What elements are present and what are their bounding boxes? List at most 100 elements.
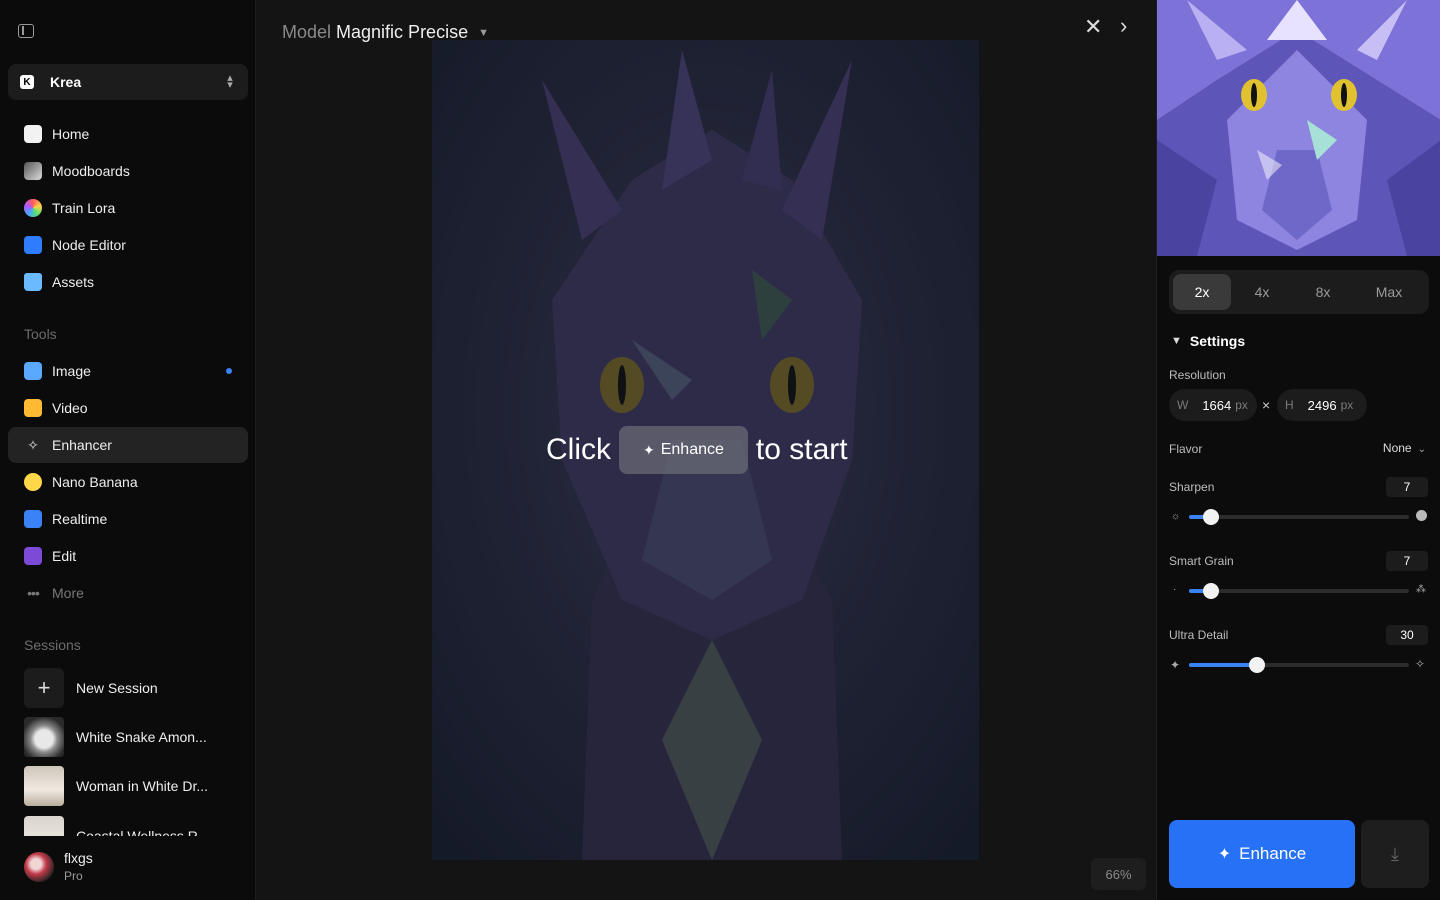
sessions-heading: Sessions [24, 637, 81, 653]
flavor-select[interactable]: None ⌄ [1383, 441, 1426, 455]
height-field-label: H [1285, 398, 1294, 412]
nav-moodboards[interactable]: Moodboards [8, 153, 248, 189]
zoom-level[interactable]: 66% [1091, 858, 1146, 890]
tool-more[interactable]: ••• More [8, 575, 248, 611]
nav-node-editor[interactable]: Node Editor [8, 227, 248, 263]
model-label: Model [282, 22, 332, 42]
session-title: White Snake Amon... [76, 729, 207, 745]
chevron-down-icon: ▼ [478, 26, 489, 39]
tool-enhancer[interactable]: ✧ Enhancer [8, 427, 248, 463]
user-plan: Pro [64, 869, 83, 883]
user-name: flxgs [64, 850, 93, 866]
tool-realtime[interactable]: Realtime [8, 501, 248, 537]
settings-panel: 2x 4x 8x Max ▼ Settings Resolution W 166… [1156, 0, 1440, 900]
ultra-detail-slider-handle[interactable] [1249, 657, 1266, 673]
session-thumbnail [24, 816, 64, 836]
session-item[interactable]: Woman in White Dr... [24, 766, 248, 806]
settings-heading: Settings [1189, 333, 1246, 349]
nav-train-lora[interactable]: Train Lora [8, 190, 248, 226]
smart-grain-slider-handle[interactable] [1203, 583, 1219, 599]
sharpen-slider[interactable] [1189, 509, 1409, 525]
tool-realtime-label: Realtime [52, 511, 108, 527]
download-icon: ⤓ [1391, 843, 1399, 864]
home-icon [24, 125, 42, 143]
tools-heading: Tools [24, 326, 57, 342]
inline-enhance-button[interactable]: ✦ Enhance [619, 426, 748, 474]
tool-edit-label: Edit [52, 548, 77, 564]
close-icon[interactable]: ✕ [1084, 14, 1102, 40]
cta-start-text: to start [755, 433, 848, 466]
chevron-down-icon: ⌄ [1417, 444, 1426, 455]
session-list-clip: Coastal Wellness R... [0, 812, 256, 836]
train-lora-icon [24, 199, 42, 217]
session-item[interactable]: Coastal Wellness R... [24, 816, 248, 836]
node-editor-icon [24, 236, 42, 254]
session-item[interactable]: White Snake Amon... [24, 717, 248, 757]
chevron-up-down-icon: ▴ ▾ [227, 72, 233, 91]
chevron-down-icon: ▼ [1171, 335, 1182, 347]
scale-2x[interactable]: 2x [1173, 274, 1231, 310]
width-field[interactable]: W 1664 px [1169, 389, 1257, 421]
nav-home-label: Home [52, 126, 90, 142]
scale-4x[interactable]: 4x [1231, 274, 1293, 310]
workspace-switcher[interactable]: K Krea ▴ ▾ [8, 64, 248, 100]
ultra-detail-slider-fill [1189, 663, 1258, 667]
tool-video-label: Video [52, 400, 88, 416]
smart-grain-value[interactable]: 7 [1386, 551, 1428, 571]
session-title: Woman in White Dr... [76, 778, 209, 794]
scale-8x[interactable]: 8x [1293, 274, 1353, 310]
plus-icon: + [24, 668, 64, 708]
cta-click-text: Click [546, 433, 611, 466]
new-session-label: New Session [76, 680, 158, 696]
tool-video[interactable]: Video [8, 390, 248, 426]
folder-icon [24, 273, 42, 291]
scale-selector: 2x 4x 8x Max [1169, 270, 1429, 314]
settings-toggle[interactable]: ▼ Settings [1171, 333, 1245, 349]
krea-logo-icon: K [20, 75, 34, 89]
realtime-icon [24, 510, 42, 528]
width-field-label: W [1177, 398, 1189, 412]
ultra-detail-slider[interactable] [1189, 657, 1409, 673]
inline-enhance-label: Enhance [660, 441, 724, 458]
sidebar-toggle-icon[interactable] [18, 24, 34, 38]
new-session-button[interactable]: + New Session [24, 668, 248, 708]
enhance-button-label: Enhance [1239, 844, 1307, 863]
sharpen-label: Sharpen [1169, 480, 1215, 494]
new-indicator-dot [226, 368, 232, 374]
enhance-button[interactable]: ✦ Enhance [1169, 820, 1355, 888]
user-profile[interactable]: flxgs Pro [24, 850, 93, 883]
session-thumbnail [24, 717, 64, 757]
nav-assets[interactable]: Assets [8, 264, 248, 300]
height-field[interactable]: H 2496 px [1277, 389, 1367, 421]
tool-image[interactable]: Image [8, 353, 248, 389]
width-unit: px [1235, 398, 1248, 412]
detail-high-icon: ✧ [1415, 657, 1426, 671]
video-icon [24, 399, 42, 417]
nav-home[interactable]: Home [8, 116, 248, 152]
preview-thumbnail[interactable] [1157, 0, 1440, 256]
chevron-right-icon[interactable]: › [1120, 13, 1127, 39]
sharpen-value[interactable]: 7 [1386, 477, 1428, 497]
sharpen-slider-handle[interactable] [1203, 509, 1219, 525]
height-value: 2496 [1307, 397, 1337, 413]
tool-nano-banana[interactable]: Nano Banana [8, 464, 248, 500]
flavor-value: None [1382, 441, 1412, 455]
download-button[interactable]: ⤓ [1361, 820, 1429, 888]
tool-edit[interactable]: Edit [8, 538, 248, 574]
tool-more-label: More [52, 585, 84, 601]
sparkle-icon: ✦ [643, 441, 655, 458]
flavor-label: Flavor [1169, 442, 1203, 456]
sharpen-low-icon: ☼ [1171, 511, 1181, 522]
session-title: Coastal Wellness R... [76, 828, 210, 836]
moodboard-icon [24, 162, 42, 180]
resolution-label: Resolution [1169, 368, 1226, 382]
smart-grain-slider[interactable] [1189, 583, 1409, 599]
app-window: K Krea ▴ ▾ Home Moodboards Train Lora Nod… [0, 0, 1440, 900]
ultra-detail-value[interactable]: 30 [1386, 625, 1428, 645]
smart-grain-label: Smart Grain [1169, 554, 1234, 568]
sharpen-high-icon [1416, 510, 1427, 521]
enhance-prompt: Click ✦ Enhance to start [546, 426, 848, 474]
grain-low-icon: · [1173, 584, 1177, 595]
scale-max[interactable]: Max [1353, 274, 1425, 310]
nav-train-lora-label: Train Lora [52, 200, 116, 216]
